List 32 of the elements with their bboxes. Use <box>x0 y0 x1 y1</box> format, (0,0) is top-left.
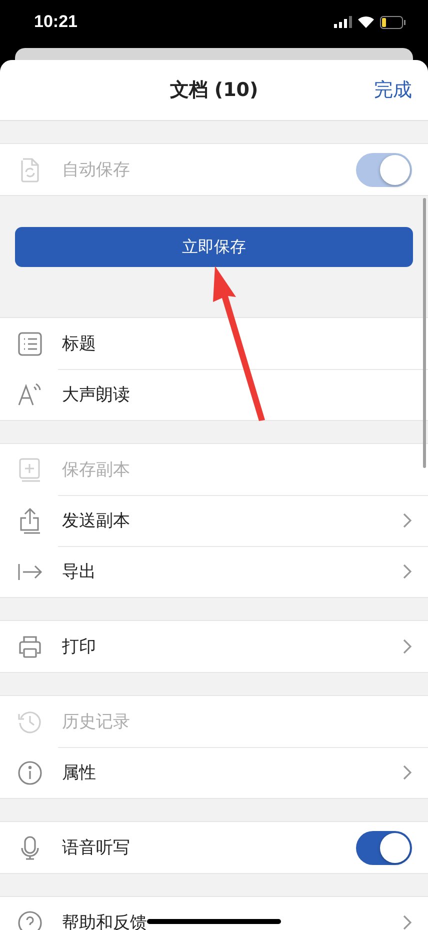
document-icon <box>18 156 42 182</box>
menu-item-label[interactable]: 属性 <box>62 761 403 784</box>
arrow-icon <box>17 562 43 582</box>
chevron-icon <box>403 639 412 654</box>
share-icon <box>18 506 42 534</box>
list-icon <box>17 330 43 356</box>
help-icon <box>17 910 43 930</box>
microphone-icon <box>19 834 41 860</box>
status-time: 10:21 <box>34 12 78 32</box>
menu-item-label: 保存副本 <box>62 459 131 481</box>
signal-icon <box>334 16 352 28</box>
chevron-icon <box>403 564 412 579</box>
printer-icon <box>17 634 43 658</box>
done-button[interactable]: 完成 <box>374 77 412 103</box>
chevron-icon <box>403 915 412 930</box>
menu-item-label[interactable]: 导出 <box>62 560 403 583</box>
menu-item-label[interactable]: 大声朗读 <box>62 383 412 406</box>
plus-icon <box>18 456 42 482</box>
read-aloud-icon <box>17 382 43 406</box>
clock-icon <box>17 708 43 734</box>
save-now-button[interactable]: 立即保存 <box>15 227 413 267</box>
chevron-icon <box>403 765 412 780</box>
battery-icon <box>380 16 406 28</box>
menu-item-label[interactable]: 标题 <box>62 332 412 355</box>
chevron-icon <box>403 513 412 528</box>
menu-item-label: 历史记录 <box>62 711 131 733</box>
info-icon <box>17 760 43 786</box>
toggle-switch[interactable] <box>356 830 412 864</box>
sheet-title: 文档 (10) <box>170 78 258 103</box>
menu-item-label[interactable]: 发送副本 <box>62 509 403 532</box>
wifi-icon <box>358 16 374 28</box>
menu-item-label: 自动保存 <box>62 159 131 181</box>
